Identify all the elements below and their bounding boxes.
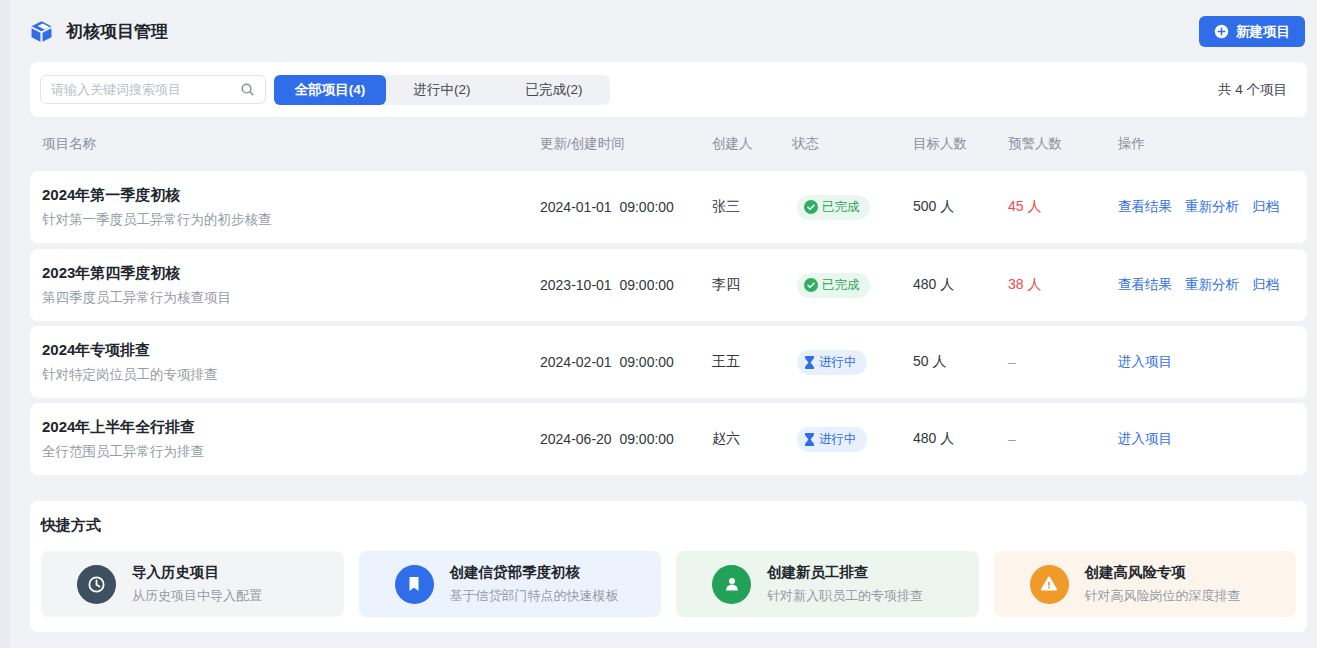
archive-link[interactable]: 归档 bbox=[1252, 276, 1279, 294]
col-header-actions: 操作 bbox=[1118, 135, 1295, 153]
project-time: 2024-01-01 09:00:00 bbox=[540, 199, 712, 215]
shortcut-title: 创建高风险专项 bbox=[1085, 563, 1241, 582]
col-header-status: 状态 bbox=[792, 135, 913, 153]
target-count: 50 人 bbox=[913, 353, 1008, 371]
status-label: 已完成 bbox=[822, 199, 860, 216]
check-circle-icon bbox=[804, 200, 818, 214]
warning-count: – bbox=[1008, 431, 1118, 447]
warning-count: 45 人 bbox=[1008, 198, 1118, 216]
search-placeholder: 请输入关键词搜索项目 bbox=[51, 81, 232, 99]
toolbar: 请输入关键词搜索项目 全部项目(4) 进行中(2) 已完成(2) 共 4 个项目 bbox=[30, 62, 1307, 117]
project-creator: 张三 bbox=[712, 198, 792, 216]
table-row: 2024年第一季度初核 针对第一季度员工异常行为的初步核查 2024-01-01… bbox=[30, 171, 1307, 243]
view-results-link[interactable]: 查看结果 bbox=[1118, 198, 1172, 216]
project-name: 2024年专项排查 bbox=[42, 341, 540, 360]
table-row: 2024年上半年全行排查 全行范围员工异常行为排查 2024-06-20 09:… bbox=[30, 403, 1307, 475]
warning-icon bbox=[1030, 565, 1069, 604]
shortcut-title: 导入历史项目 bbox=[132, 563, 262, 582]
reanalyze-link[interactable]: 重新分析 bbox=[1185, 198, 1239, 216]
table-row: 2024年专项排查 针对特定岗位员工的专项排查 2024-02-01 09:00… bbox=[30, 326, 1307, 398]
status-badge: 已完成 bbox=[797, 273, 870, 298]
target-count: 500 人 bbox=[913, 198, 1008, 216]
row-actions: 进入项目 bbox=[1118, 430, 1295, 448]
tab-in-progress[interactable]: 进行中(2) bbox=[386, 75, 498, 105]
row-actions: 查看结果 重新分析 归档 bbox=[1118, 276, 1295, 294]
check-circle-icon bbox=[804, 278, 818, 292]
bookmark-icon bbox=[395, 565, 434, 604]
status-badge: 进行中 bbox=[797, 427, 867, 452]
project-time: 2024-02-01 09:00:00 bbox=[540, 354, 712, 370]
shortcut-desc: 从历史项目中导入配置 bbox=[132, 587, 262, 605]
table-row: 2023年第四季度初核 第四季度员工异常行为核查项目 2023-10-01 09… bbox=[30, 249, 1307, 321]
target-count: 480 人 bbox=[913, 276, 1008, 294]
row-actions: 进入项目 bbox=[1118, 353, 1295, 371]
project-name: 2024年上半年全行排查 bbox=[42, 418, 540, 437]
shortcut-credit-dept-review[interactable]: 创建信贷部季度初核 基于信贷部门特点的快速模板 bbox=[359, 551, 662, 617]
col-header-time: 更新/创建时间 bbox=[540, 135, 712, 153]
project-desc: 第四季度员工异常行为核查项目 bbox=[42, 289, 540, 307]
project-creator: 李四 bbox=[712, 276, 792, 294]
hourglass-icon bbox=[804, 356, 815, 369]
warning-count: – bbox=[1008, 354, 1118, 370]
shortcut-desc: 针对高风险岗位的深度排查 bbox=[1085, 587, 1241, 605]
status-label: 已完成 bbox=[822, 277, 860, 294]
project-name: 2024年第一季度初核 bbox=[42, 186, 540, 205]
enter-project-link[interactable]: 进入项目 bbox=[1118, 430, 1172, 448]
user-icon bbox=[712, 565, 751, 604]
hourglass-icon bbox=[804, 433, 815, 446]
total-project-count: 共 4 个项目 bbox=[1218, 81, 1287, 99]
project-time: 2024-06-20 09:00:00 bbox=[540, 431, 712, 447]
enter-project-link[interactable]: 进入项目 bbox=[1118, 353, 1172, 371]
table-header: 项目名称 更新/创建时间 创建人 状态 目标人数 预警人数 操作 bbox=[30, 117, 1307, 171]
shortcuts-section: 快捷方式 导入历史项目 从历史项目中导入配置 创建信贷部季度初核 bbox=[30, 501, 1307, 632]
project-creator: 王五 bbox=[712, 353, 792, 371]
project-name: 2023年第四季度初核 bbox=[42, 264, 540, 283]
shortcut-title: 创建新员工排查 bbox=[767, 563, 923, 582]
project-desc: 针对特定岗位员工的专项排查 bbox=[42, 366, 540, 384]
plus-circle-icon bbox=[1214, 24, 1229, 39]
view-results-link[interactable]: 查看结果 bbox=[1118, 276, 1172, 294]
status-label: 进行中 bbox=[819, 354, 857, 371]
col-header-creator: 创建人 bbox=[712, 135, 792, 153]
search-input[interactable]: 请输入关键词搜索项目 bbox=[40, 75, 266, 104]
page-header: 初核项目管理 新建项目 bbox=[30, 0, 1307, 62]
status-badge: 进行中 bbox=[797, 350, 867, 375]
shortcuts-title: 快捷方式 bbox=[41, 516, 1296, 535]
project-creator: 赵六 bbox=[712, 430, 792, 448]
archive-link[interactable]: 归档 bbox=[1252, 198, 1279, 216]
search-icon bbox=[240, 82, 255, 97]
page-title: 初核项目管理 bbox=[66, 20, 168, 43]
shortcut-high-risk-special[interactable]: 创建高风险专项 针对高风险岗位的深度排查 bbox=[994, 551, 1297, 617]
tab-completed[interactable]: 已完成(2) bbox=[498, 75, 610, 105]
shortcut-desc: 基于信贷部门特点的快速模板 bbox=[450, 587, 619, 605]
shortcut-new-employee-check[interactable]: 创建新员工排查 针对新入职员工的专项排查 bbox=[676, 551, 979, 617]
new-project-button[interactable]: 新建项目 bbox=[1199, 16, 1305, 47]
project-filter-tabs: 全部项目(4) 进行中(2) 已完成(2) bbox=[274, 75, 610, 105]
tab-all-projects[interactable]: 全部项目(4) bbox=[274, 75, 386, 105]
row-actions: 查看结果 重新分析 归档 bbox=[1118, 198, 1295, 216]
shortcut-title: 创建信贷部季度初核 bbox=[450, 563, 619, 582]
shortcut-desc: 针对新入职员工的专项排查 bbox=[767, 587, 923, 605]
col-header-name: 项目名称 bbox=[42, 135, 540, 153]
project-desc: 全行范围员工异常行为排查 bbox=[42, 443, 540, 461]
shortcut-import-history[interactable]: 导入历史项目 从历史项目中导入配置 bbox=[41, 551, 344, 617]
reanalyze-link[interactable]: 重新分析 bbox=[1185, 276, 1239, 294]
shortcut-tiles: 导入历史项目 从历史项目中导入配置 创建信贷部季度初核 基于信贷部门特点的快速模… bbox=[41, 551, 1296, 617]
col-header-target: 目标人数 bbox=[913, 135, 1008, 153]
status-label: 进行中 bbox=[819, 431, 857, 448]
status-badge: 已完成 bbox=[797, 195, 870, 220]
clock-icon bbox=[77, 565, 116, 604]
target-count: 480 人 bbox=[913, 430, 1008, 448]
project-desc: 针对第一季度员工异常行为的初步核查 bbox=[42, 211, 540, 229]
warning-count: 38 人 bbox=[1008, 276, 1118, 294]
col-header-warning: 预警人数 bbox=[1008, 135, 1118, 153]
page-left-edge bbox=[0, 0, 10, 648]
project-time: 2023-10-01 09:00:00 bbox=[540, 277, 712, 293]
box-icon bbox=[30, 20, 53, 43]
